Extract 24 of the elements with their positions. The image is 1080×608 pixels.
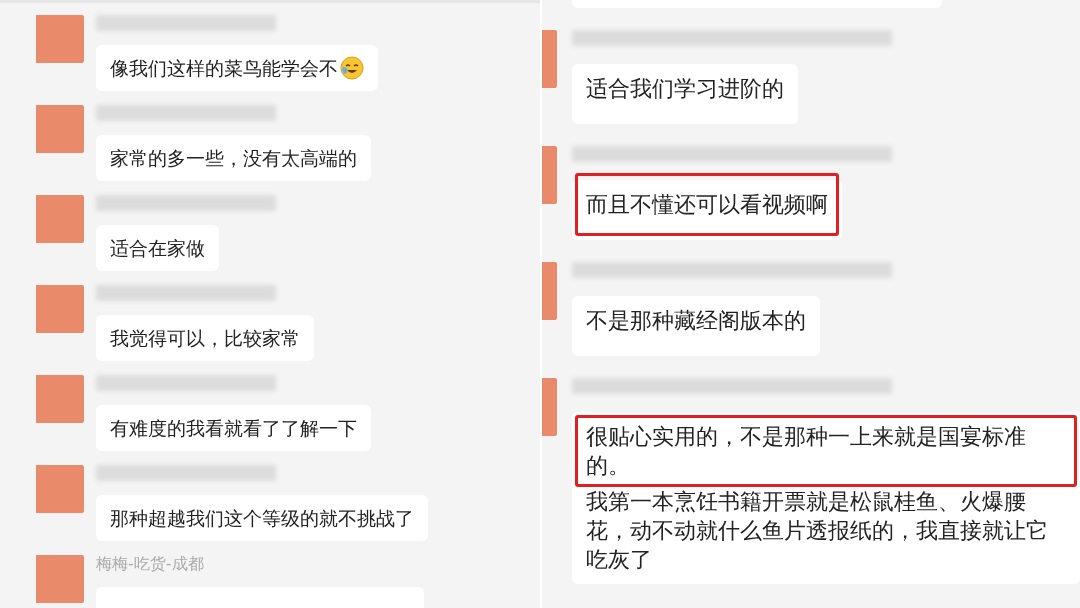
avatar-placeholder: [542, 30, 557, 88]
message-text: 适合在家做: [110, 236, 205, 261]
message-text: 我第一本烹饪书籍开票就是松鼠桂鱼、火爆腰花，动不动就什么鱼片透报纸的，我直接就让它吃灰了: [586, 488, 1049, 574]
message-text: 适合我们学习进阶的: [586, 75, 784, 103]
avatar-placeholder: [36, 555, 84, 603]
message-text: 我觉得可以，比较家常: [110, 326, 300, 351]
avatar-placeholder: [542, 262, 557, 320]
sender-name: 梅梅-吃货-成都: [96, 555, 204, 573]
message-text: 像我们这样的菜鸟能学会不: [110, 56, 338, 81]
avatar-placeholder: [36, 15, 84, 63]
avatar-placeholder: [36, 465, 84, 513]
message-text: 家常的多一些，没有太高端的: [110, 146, 357, 171]
avatar-placeholder: [36, 105, 84, 153]
message-text: 有难度的我看就看了了解一下: [110, 416, 357, 441]
message-text: 不是那种藏经阁版本的: [586, 307, 806, 335]
avatar-placeholder: [36, 195, 84, 243]
message-text: 很贴心实用的，不是那种一上来就是国宴标准的。: [586, 423, 1027, 480]
message-text: 而且不懂还可以看视频啊: [586, 191, 828, 219]
message-text: 那种超越我们这个等级的就不挑战了: [110, 506, 414, 531]
avatar-placeholder: [36, 285, 84, 333]
avatar-placeholder: [542, 146, 557, 204]
crying-laughing-emoji-icon: [340, 56, 364, 80]
avatar-placeholder: [542, 378, 557, 436]
avatar-placeholder: [36, 375, 84, 423]
